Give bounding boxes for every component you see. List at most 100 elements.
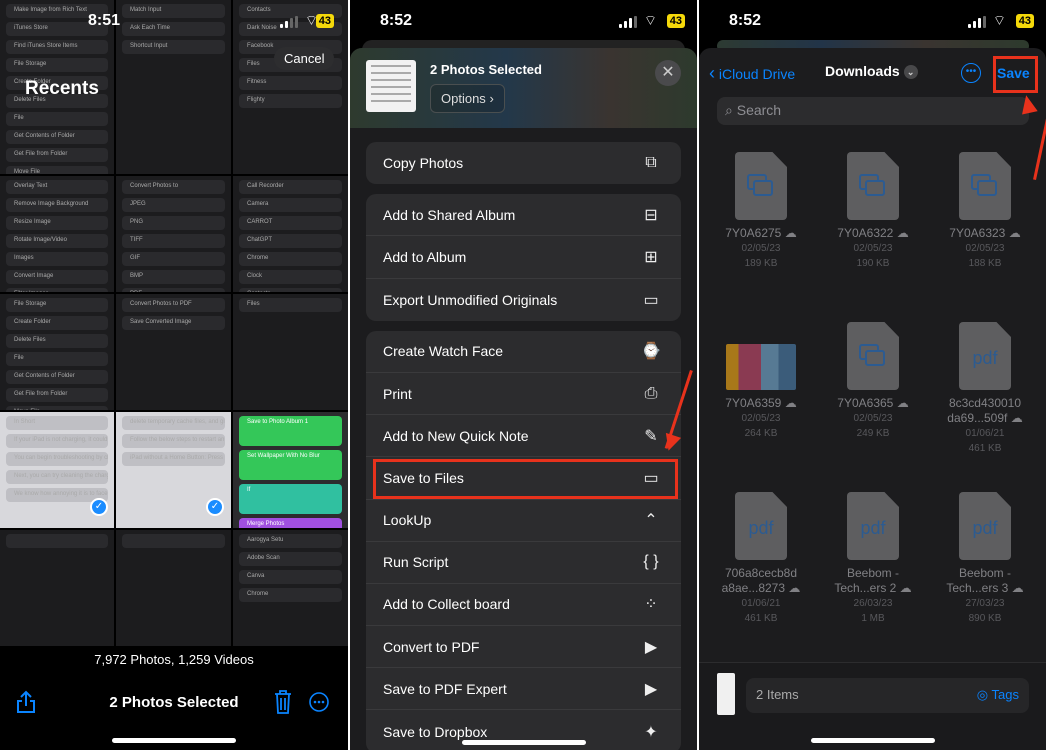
- photo-thumbnail[interactable]: [116, 530, 231, 646]
- file-item[interactable]: pdf 706a8cecb8d a8ae...8273 ☁ 01/06/21 461 …: [709, 486, 813, 656]
- photos-panel: Make Image from Rich Text iTunes Store Fin…: [0, 0, 348, 750]
- items-count: 2 Items: [756, 687, 799, 702]
- thumbnail-text: Shortcut Input: [122, 40, 225, 54]
- thumbnail-text: Get File from Folder: [6, 388, 108, 402]
- file-date: 02/05/23: [853, 243, 893, 254]
- photo-thumbnail[interactable]: Convert Photos toJPEGPNGTIFFGIFBMPPDFHEI…: [116, 176, 231, 292]
- action-group: Copy Photos ⧉: [366, 142, 681, 185]
- status-time: 8:52: [729, 12, 762, 29]
- file-date: 02/05/23: [741, 413, 781, 424]
- thumbnail-text: Get Contents of Folder: [6, 130, 108, 144]
- photo-thumbnail[interactable]: File Storage Create Folder Delete Files Fil…: [0, 294, 114, 410]
- search-input[interactable]: ⌕ Search: [717, 97, 1029, 125]
- action-label: Print: [383, 385, 412, 402]
- thumbnail-text: Rotate Image/Video: [6, 234, 108, 248]
- back-button[interactable]: ‹ iCloud Drive: [709, 63, 795, 84]
- action-lookup[interactable]: LookUp ⌃: [366, 500, 681, 542]
- file-name: 7Y0A6359 ☁: [709, 396, 813, 411]
- folder-title[interactable]: Downloads ⌄: [825, 63, 918, 80]
- pdf-file-icon: pdf: [735, 492, 787, 560]
- annotation-arrowhead: [1018, 93, 1038, 115]
- thumbnail-text: Convert Photos to PDF: [122, 298, 225, 312]
- thumbnail-text: Save Converted Image: [122, 316, 225, 330]
- file-item[interactable]: 7Y0A6365 ☁ 02/05/23 249 KB: [821, 316, 925, 486]
- file-item[interactable]: pdf Beebom - Tech...ers 3 ☁ 27/03/23 890 KB: [933, 486, 1037, 656]
- photo-thumbnail[interactable]: Convert Photos to PDF Save Converted Imag…: [116, 294, 231, 410]
- action-group: Add to Shared Album ⊟ Add to Album ⊞ Export …: [366, 194, 681, 321]
- more-icon[interactable]: •••: [961, 63, 981, 83]
- photo-thumbnail[interactable]: Call Recorder Camera CARROT ChatGPT Chrome Cl…: [233, 176, 348, 292]
- action-label: Save to PDF Expert: [383, 680, 507, 697]
- photo-thumbnail[interactable]: [0, 530, 114, 646]
- options-button[interactable]: Options ›: [430, 84, 505, 113]
- tags-icon: ◎: [976, 687, 989, 702]
- thumbnail-text: GIF: [122, 252, 225, 266]
- file-name-text: 7Y0A6323: [949, 226, 1006, 240]
- action-print[interactable]: Print ⎙: [366, 373, 681, 416]
- action-label: Add to Shared Album: [383, 206, 516, 223]
- file-name: 7Y0A6275 ☁: [709, 226, 813, 241]
- photo-thumbnail[interactable]: Aarogya Setu Adobe Scan Canva Chrome: [233, 530, 348, 646]
- close-button[interactable]: ✕: [655, 60, 681, 86]
- status-bar: 8:52 ⌔ 43: [350, 10, 697, 34]
- trash-icon[interactable]: [274, 690, 292, 714]
- add-album-icon: ⊞: [644, 248, 658, 266]
- photo-thumbnail[interactable]: Files: [233, 294, 348, 410]
- wifi-icon: ⌔: [992, 12, 1006, 28]
- cloud-download-icon: ☁: [893, 226, 909, 240]
- action-save-to-pdf-expert[interactable]: Save to PDF Expert ▶: [366, 668, 681, 711]
- action-label: Add to Album: [383, 248, 467, 265]
- cloud-download-icon: ☁: [1008, 581, 1024, 595]
- thumbnail-text: Remove Image Background: [6, 198, 108, 212]
- status-time: 8:51: [88, 12, 121, 29]
- cloud-download-icon: ☁: [781, 226, 797, 240]
- selected-check-icon[interactable]: ✓: [90, 498, 108, 516]
- cancel-button[interactable]: Cancel: [274, 47, 335, 70]
- thumbnail-text: BMP: [122, 270, 225, 284]
- action-add-to-shared-album[interactable]: Add to Shared Album ⊟: [366, 194, 681, 237]
- thumbnail-text: Convert Image: [6, 270, 108, 284]
- file-item[interactable]: pdf Beebom - Tech...ers 2 ☁ 26/03/23 1 MB: [821, 486, 925, 656]
- action-export-unmodified-originals[interactable]: Export Unmodified Originals ▭: [366, 279, 681, 321]
- file-item[interactable]: 7Y0A6275 ☁ 02/05/23 189 KB: [709, 146, 813, 316]
- status-bar: 8:52 ⌔ 43: [699, 10, 1046, 34]
- action-convert-to-pdf[interactable]: Convert to PDF ▶: [366, 626, 681, 669]
- pdf-expert-icon: ▶: [644, 638, 658, 656]
- tags-button[interactable]: ◎ Tags: [977, 687, 1019, 703]
- file-item[interactable]: pdf 8c3cd430010 da69...509f ☁ 01/06/21 461 …: [933, 316, 1037, 486]
- file-item[interactable]: 7Y0A6322 ☁ 02/05/23 190 KB: [821, 146, 925, 316]
- file-item[interactable]: 7Y0A6359 ☁ 02/05/23 264 KB: [709, 316, 813, 486]
- action-add-to-album[interactable]: Add to Album ⊞: [366, 236, 681, 279]
- file-grid: 7Y0A6275 ☁ 02/05/23 189 KB 7Y0A6322 ☁ 02/05/…: [709, 146, 1039, 656]
- file-name: 8c3cd430010 da69...509f ☁: [933, 396, 1037, 426]
- thumbnail-text: Filter Images: [6, 288, 108, 292]
- cloud-download-icon: ☁: [785, 581, 801, 595]
- action-create-watch-face[interactable]: Create Watch Face ⌚: [366, 331, 681, 373]
- library-counts: 7,972 Photos, 1,259 Videos: [94, 652, 254, 667]
- chevron-down-icon: ⌄: [903, 65, 918, 80]
- thumbnail-text: File Storage: [6, 58, 108, 72]
- file-size: 461 KB: [968, 443, 1002, 454]
- more-icon[interactable]: [309, 692, 329, 712]
- photo-thumbnail[interactable]: Save to Photo Album 1 Set Wallpaper With …: [233, 412, 348, 528]
- thumbnail-text: delete temporary cache files, and give a…: [122, 416, 225, 430]
- photo-thumbnail: [726, 344, 796, 390]
- action-copy-photos[interactable]: Copy Photos ⧉: [366, 142, 681, 184]
- action-add-to-collect-board[interactable]: Add to Collect board ⁘: [366, 584, 681, 627]
- action-save-to-files[interactable]: Save to Files ▭: [366, 457, 681, 500]
- selected-check-icon[interactable]: ✓: [206, 498, 224, 516]
- action-label: Add to New Quick Note: [383, 427, 529, 444]
- cloud-download-icon: ☁: [896, 581, 912, 595]
- file-item[interactable]: 7Y0A6323 ☁ 02/05/23 188 KB: [933, 146, 1037, 316]
- battery-icon: 43: [1015, 14, 1034, 28]
- photo-thumbnail[interactable]: Overlay Text Remove Image Background Resiz…: [0, 176, 114, 292]
- action-run-script[interactable]: Run Script { }: [366, 542, 681, 584]
- action-label: Add to Collect board: [383, 596, 510, 613]
- braces-icon: { }: [643, 553, 659, 571]
- pdf-file-icon: pdf: [959, 492, 1011, 560]
- image-file-icon: [847, 152, 899, 220]
- document-browser: ‹ iCloud Drive Downloads ⌄ ••• Save ⌕ Sea…: [699, 48, 1046, 750]
- action-label: Export Unmodified Originals: [383, 291, 558, 308]
- action-add-to-new-quick-note[interactable]: Add to New Quick Note ✎: [366, 415, 681, 458]
- album-title: Recents: [25, 78, 99, 99]
